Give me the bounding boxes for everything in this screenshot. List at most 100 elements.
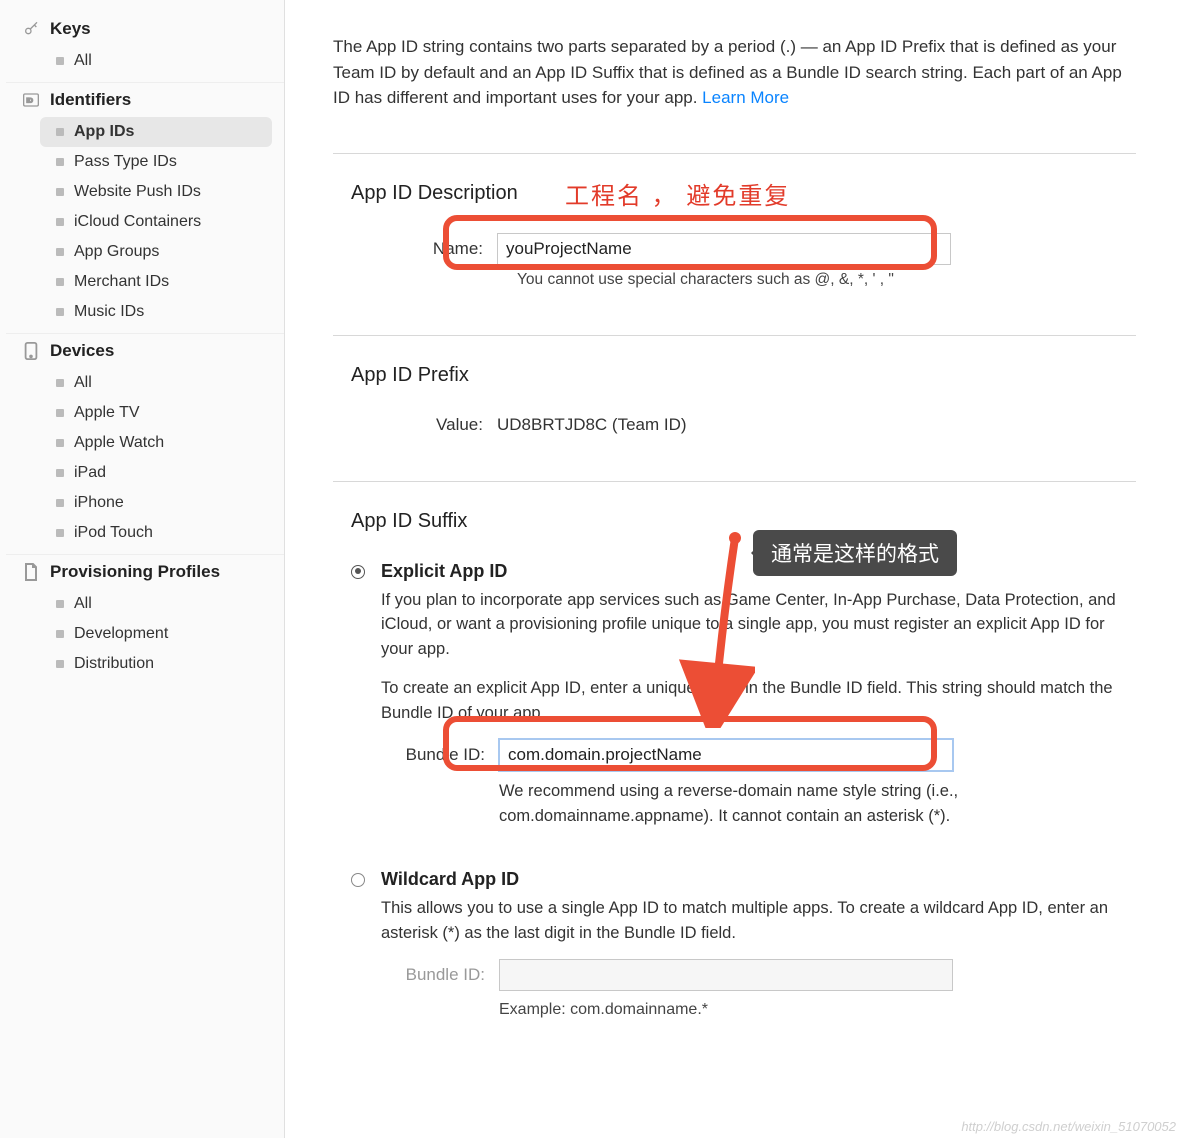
bullet-icon <box>56 469 64 477</box>
id-icon: ID <box>22 91 40 109</box>
sidebar-header-label: Provisioning Profiles <box>50 562 220 582</box>
sidebar: Keys All ID Identifiers App IDs Pass Typ… <box>0 0 285 1138</box>
bundle-hint: We recommend using a reverse-domain name… <box>381 779 961 829</box>
learn-more-link[interactable]: Learn More <box>702 88 789 107</box>
bullet-icon <box>56 308 64 316</box>
sidebar-group-profiles: Provisioning Profiles All Development Di… <box>6 554 284 679</box>
prefix-value: UD8BRTJD8C (Team ID) <box>497 415 687 435</box>
sidebar-item-label: All <box>74 374 92 392</box>
name-input[interactable] <box>497 233 951 265</box>
form-row-prefix-value: Value: UD8BRTJD8C (Team ID) <box>333 415 1136 435</box>
sidebar-header-label: Keys <box>50 19 91 39</box>
bullet-icon <box>56 529 64 537</box>
sidebar-item-profiles-all[interactable]: All <box>40 589 272 619</box>
bullet-icon <box>56 188 64 196</box>
sidebar-item-label: Apple Watch <box>74 434 164 452</box>
bundle-id-explicit-input[interactable] <box>499 739 953 771</box>
bullet-icon <box>56 278 64 286</box>
sidebar-group-devices: Devices All Apple TV Apple Watch iPad iP… <box>6 333 284 548</box>
sidebar-item-label: App IDs <box>74 123 134 141</box>
sidebar-item-app-groups[interactable]: App Groups <box>40 237 272 267</box>
bullet-icon <box>56 499 64 507</box>
sidebar-item-label: Apple TV <box>74 404 140 422</box>
annotation-tooltip: 通常是这样的格式 <box>753 530 957 576</box>
sidebar-item-apple-watch[interactable]: Apple Watch <box>40 428 272 458</box>
divider <box>333 335 1136 336</box>
bundle-label: Bundle ID: <box>381 745 485 765</box>
device-icon <box>22 342 40 360</box>
sidebar-header-label: Identifiers <box>50 90 131 110</box>
sidebar-item-label: iCloud Containers <box>74 213 201 231</box>
sidebar-item-label: Development <box>74 625 168 643</box>
sidebar-item-label: All <box>74 52 92 70</box>
explicit-desc-2: To create an explicit App ID, enter a un… <box>381 676 1136 726</box>
sidebar-item-icloud-containers[interactable]: iCloud Containers <box>40 207 272 237</box>
explicit-desc-1: If you plan to incorporate app services … <box>381 588 1136 662</box>
sidebar-header-label: Devices <box>50 341 114 361</box>
wildcard-app-id-block: Wildcard App ID This allows you to use a… <box>333 869 1136 1020</box>
sidebar-item-app-ids[interactable]: App IDs <box>40 117 272 147</box>
bullet-icon <box>56 248 64 256</box>
sidebar-group-identifiers: ID Identifiers App IDs Pass Type IDs Web… <box>6 82 284 327</box>
sidebar-header-devices[interactable]: Devices <box>6 333 284 368</box>
sidebar-item-label: Music IDs <box>74 303 144 321</box>
explicit-app-id-block: Explicit App ID If you plan to incorpora… <box>333 561 1136 843</box>
svg-text:ID: ID <box>26 98 33 105</box>
bullet-icon <box>56 439 64 447</box>
sidebar-header-identifiers[interactable]: ID Identifiers <box>6 82 284 117</box>
divider <box>333 481 1136 482</box>
sidebar-item-ipad[interactable]: iPad <box>40 458 272 488</box>
radio-wildcard[interactable] <box>351 873 365 887</box>
sidebar-item-merchant-ids[interactable]: Merchant IDs <box>40 267 272 297</box>
form-row-bundle-explicit: Bundle ID: <box>381 739 1136 771</box>
sidebar-item-label: Website Push IDs <box>74 183 201 201</box>
bullet-icon <box>56 379 64 387</box>
bullet-icon <box>56 57 64 65</box>
annotation-red-text: 工程名 ， 避免重复 <box>565 176 790 211</box>
wildcard-desc: This allows you to use a single App ID t… <box>381 896 1136 946</box>
sidebar-item-devices-all[interactable]: All <box>40 368 272 398</box>
form-row-name: Name: <box>333 233 1136 265</box>
main-content: The App ID string contains two parts sep… <box>285 0 1184 1138</box>
bullet-icon <box>56 158 64 166</box>
sidebar-item-development[interactable]: Development <box>40 619 272 649</box>
wildcard-example: Example: com.domainname.* <box>381 1001 1136 1019</box>
bundle-id-wildcard-input[interactable] <box>499 959 953 991</box>
sidebar-header-keys[interactable]: Keys <box>6 12 284 46</box>
watermark: http://blog.csdn.net/weixin_51070052 <box>961 1119 1176 1134</box>
intro-paragraph: The App ID string contains two parts sep… <box>333 34 1136 111</box>
sidebar-item-apple-tv[interactable]: Apple TV <box>40 398 272 428</box>
sidebar-item-pass-type-ids[interactable]: Pass Type IDs <box>40 147 272 177</box>
sidebar-item-music-ids[interactable]: Music IDs <box>40 297 272 327</box>
sidebar-item-label: Merchant IDs <box>74 273 169 291</box>
sidebar-item-label: All <box>74 595 92 613</box>
bullet-icon <box>56 600 64 608</box>
sidebar-item-distribution[interactable]: Distribution <box>40 649 272 679</box>
name-hint: You cannot use special characters such a… <box>333 271 1136 289</box>
bullet-icon <box>56 128 64 136</box>
profile-icon <box>22 563 40 581</box>
sidebar-item-label: iPad <box>74 464 106 482</box>
sidebar-item-label: Distribution <box>74 655 154 673</box>
bullet-icon <box>56 630 64 638</box>
wildcard-title: Wildcard App ID <box>381 869 1136 890</box>
sidebar-header-profiles[interactable]: Provisioning Profiles <box>6 554 284 589</box>
sidebar-item-website-push-ids[interactable]: Website Push IDs <box>40 177 272 207</box>
divider <box>333 153 1136 154</box>
sidebar-item-label: iPod Touch <box>74 524 153 542</box>
name-label: Name: <box>351 239 483 259</box>
prefix-value-label: Value: <box>351 415 483 435</box>
form-row-bundle-wildcard: Bundle ID: <box>381 959 1136 991</box>
section-title-suffix: App ID Suffix <box>333 510 1136 533</box>
bullet-icon <box>56 660 64 668</box>
bundle-label-wildcard: Bundle ID: <box>381 965 485 985</box>
sidebar-item-label: iPhone <box>74 494 124 512</box>
bullet-icon <box>56 409 64 417</box>
sidebar-item-ipod-touch[interactable]: iPod Touch <box>40 518 272 548</box>
radio-explicit[interactable] <box>351 565 365 579</box>
section-title-prefix: App ID Prefix <box>333 364 1136 387</box>
sidebar-item-label: App Groups <box>74 243 159 261</box>
sidebar-item-label: Pass Type IDs <box>74 153 177 171</box>
sidebar-item-keys-all[interactable]: All <box>40 46 272 76</box>
sidebar-item-iphone[interactable]: iPhone <box>40 488 272 518</box>
